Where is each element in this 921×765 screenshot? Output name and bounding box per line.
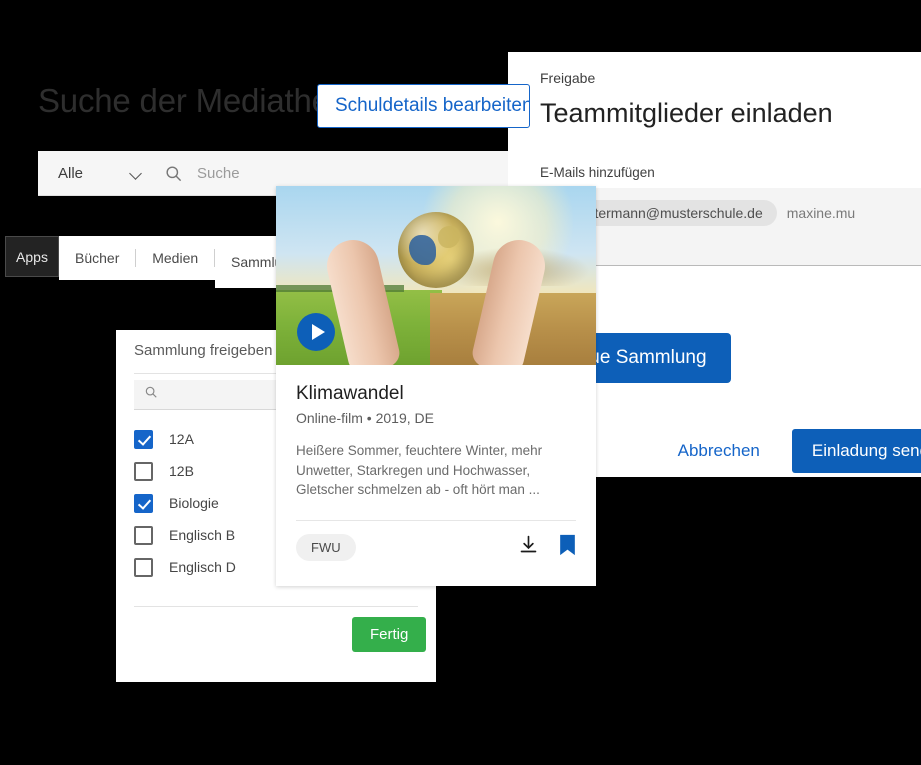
page-title: Suche der Mediathek xyxy=(38,82,347,119)
thumbnail-globe xyxy=(398,212,474,288)
search-scope-label: Alle xyxy=(58,164,84,182)
email-field[interactable]: mustermann@musterschule.de maxine.mu xyxy=(540,188,921,266)
tabs-group-primary: Bücher Medien xyxy=(59,236,215,280)
media-title: Klimawandel xyxy=(296,383,404,404)
media-meta: Online-film • 2019, DE xyxy=(296,410,434,426)
edit-school-details-label: Schuldetails bearbeiten xyxy=(335,95,530,116)
play-icon[interactable] xyxy=(297,313,335,351)
divider xyxy=(134,606,418,607)
tab-apps[interactable]: Apps xyxy=(5,236,59,277)
media-card-actions xyxy=(518,534,576,561)
checkbox-12a[interactable] xyxy=(134,429,153,449)
tab-buecher[interactable]: Bücher xyxy=(59,250,135,266)
dialog-title: Teammitglieder einladen xyxy=(540,98,833,128)
checkbox-biologie[interactable] xyxy=(134,493,153,513)
list-item-label: Englisch B xyxy=(169,527,236,543)
dialog-eyebrow: Freigabe xyxy=(540,70,596,86)
list-item-label: Englisch D xyxy=(169,559,236,575)
checkbox-englisch-b[interactable] xyxy=(134,525,153,545)
chevron-down-icon xyxy=(131,168,142,179)
search-scope-select[interactable]: Alle xyxy=(38,151,156,195)
download-icon[interactable] xyxy=(518,534,539,560)
media-card[interactable]: Klimawandel Online-film • 2019, DE Heiße… xyxy=(276,186,596,586)
tab-medien[interactable]: Medien xyxy=(136,250,214,266)
cancel-button[interactable]: Abbrechen xyxy=(660,431,778,471)
done-button[interactable]: Fertig xyxy=(352,617,427,652)
email-input-value[interactable]: maxine.mu xyxy=(787,200,855,221)
search-icon xyxy=(164,164,183,183)
search-input[interactable]: Suche xyxy=(183,165,518,182)
send-invitation-button[interactable]: Einladung senden xyxy=(791,428,921,473)
media-description: Heißere Sommer, feuchtere Winter, mehr U… xyxy=(296,443,543,498)
search-icon xyxy=(144,385,158,404)
media-thumbnail[interactable] xyxy=(276,186,596,365)
checkbox-englisch-d[interactable] xyxy=(134,557,153,577)
checkbox-12b[interactable] xyxy=(134,461,153,481)
edit-school-details-button[interactable]: Schuldetails bearbeiten xyxy=(317,84,530,128)
share-panel-title: Sammlung freigeben xyxy=(134,342,273,359)
list-item-label: 12B xyxy=(169,463,194,479)
email-field-label: E-Mails hinzufügen xyxy=(540,165,655,180)
list-item-label: Biologie xyxy=(169,495,219,511)
provider-badge: FWU xyxy=(296,533,356,561)
media-card-footer: FWU xyxy=(276,521,596,561)
list-item-label: 12A xyxy=(169,431,194,447)
screen-root: Suche der Mediathek Alle Suche Bücher Me… xyxy=(0,0,921,765)
media-card-body: Klimawandel Online-film • 2019, DE Heiße… xyxy=(276,365,596,500)
bookmark-icon[interactable] xyxy=(559,534,576,561)
